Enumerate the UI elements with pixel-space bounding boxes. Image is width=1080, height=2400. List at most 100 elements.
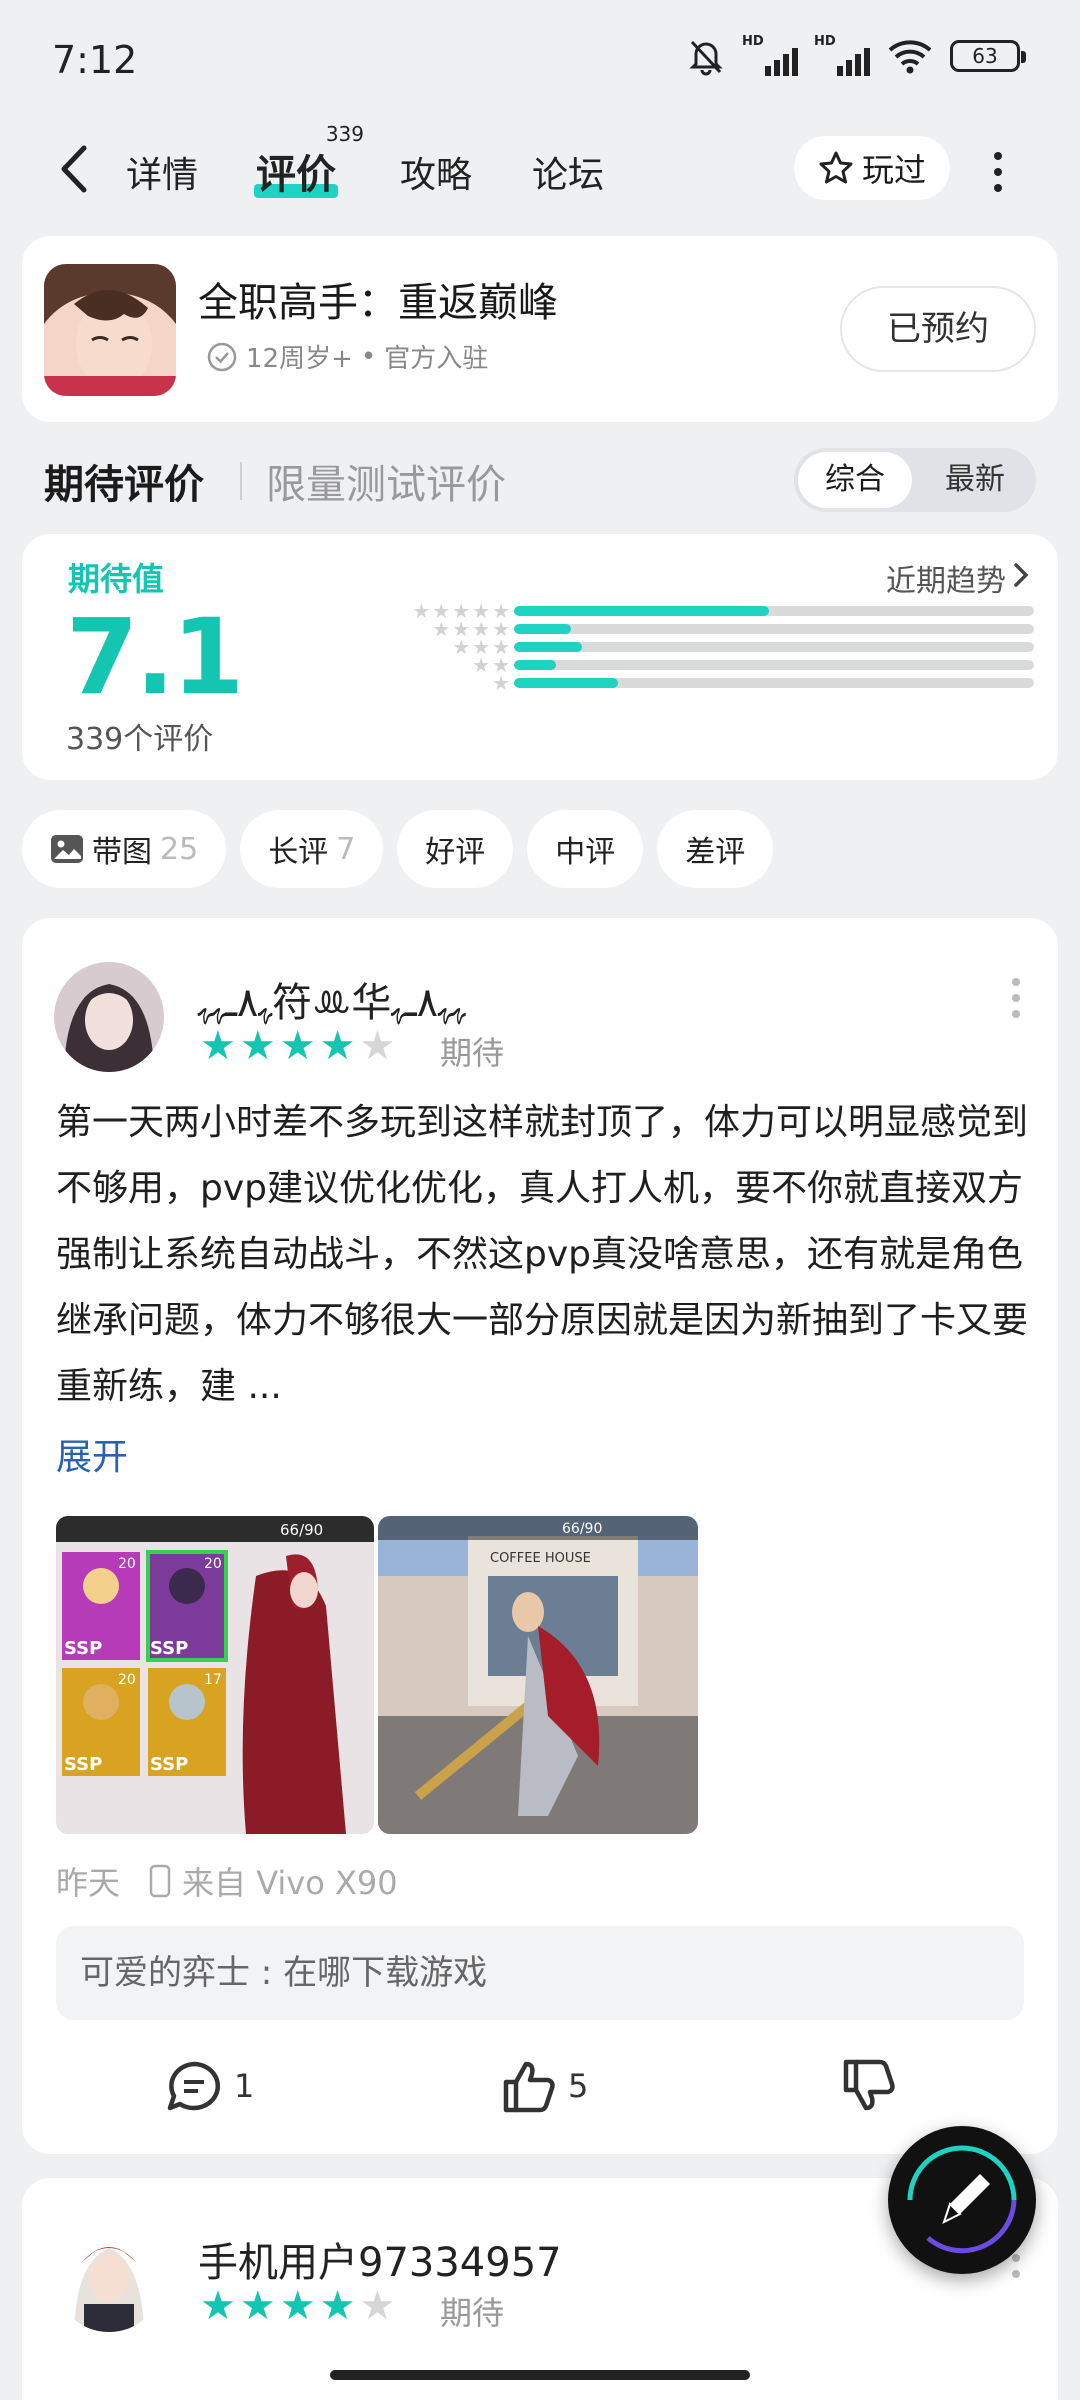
back-arrow-icon[interactable] (54, 142, 98, 196)
avatar[interactable] (54, 2222, 164, 2332)
chevron-right-icon[interactable] (1010, 560, 1032, 590)
status-icons: HD HD 63 (686, 34, 1026, 78)
game-icon (44, 264, 176, 396)
review-device: 来自 Vivo X90 (182, 1864, 398, 1902)
recent-trend-link[interactable]: 近期趋势 (886, 556, 1006, 600)
age-rating: 12周岁+ (246, 344, 353, 374)
review-username[interactable]: ﮩ٨ـﮩﮩ符ꔛ华ﮩﮩ٨ـﮩ (198, 970, 465, 1028)
official-label: 官方入驻 (384, 344, 489, 374)
pencil-icon (907, 2145, 1017, 2254)
status-bar: 7:12 HD HD 63 (0, 0, 1080, 120)
rating-row-3-stars: ★★★ (346, 635, 1036, 659)
review-screenshot-1[interactable]: 66/90 SSP SSP SSP SSP 20 20 20 17 (56, 1516, 374, 1834)
filter-with-images[interactable]: 带图 25 (22, 810, 227, 888)
review-meta: 昨天 来自 Vivo X90 (56, 1858, 398, 1904)
tab-forum[interactable]: 论坛 (532, 146, 604, 198)
header-divider (240, 462, 242, 500)
review-more-icon[interactable] (1012, 978, 1022, 1026)
review-username[interactable]: 手机用户97334957 (198, 2230, 562, 2288)
expand-link[interactable]: 展开 (56, 1428, 128, 1480)
star-filled-icon: ★ (279, 2283, 316, 2329)
review-stars: ★ ★ ★ ★ ★ (200, 1026, 395, 1066)
filter-neutral[interactable]: 中评 (527, 810, 644, 888)
signal-2-icon: HD (814, 34, 870, 78)
clock: 7:12 (52, 38, 138, 82)
review-rating-label: 期待 (440, 1034, 505, 1072)
expectation-reviews-tab[interactable]: 期待评价 (44, 452, 204, 510)
rating-bar-track (514, 660, 1034, 670)
level-text: 20 (118, 1556, 136, 1572)
battery-icon: 63 (950, 40, 1026, 72)
rating-bar-track (514, 624, 1034, 634)
review-stars: ★ ★ ★ ★ ★ (200, 2286, 395, 2326)
tab-guides[interactable]: 攻略 (400, 146, 472, 198)
energy-text: 66/90 (562, 1521, 602, 1537)
star-empty-icon: ★ (359, 1023, 396, 1069)
review-rating-label: 期待 (440, 2294, 505, 2332)
review-count: 339个评价 (66, 722, 214, 757)
reserved-button[interactable]: 已预约 (840, 286, 1036, 372)
thumbs-down-icon (843, 2059, 895, 2111)
review-date: 昨天 (56, 1864, 121, 1902)
verified-check-icon (207, 342, 237, 371)
star-filled-icon: ★ (279, 1023, 316, 1069)
ratings-header: 期待评价 限量测试评价 综合 最新 (44, 448, 1044, 518)
filter-chips: 带图 25 长评 7 好评 中评 差评 (22, 810, 774, 888)
star-filled-icon: ★ (319, 1023, 356, 1069)
wifi-icon (888, 40, 932, 74)
score-card: 期待值 7.1 339个评价 近期趋势 ★★★★★ ★★★★ ★★★ ★★ ★ (22, 534, 1058, 780)
star-filled-icon: ★ (239, 2283, 276, 2329)
like-button[interactable]: 5 (500, 2058, 588, 2114)
comment-count: 1 (234, 2067, 255, 2105)
write-review-button[interactable] (888, 2126, 1036, 2274)
rating-bar-fill (514, 606, 769, 616)
filter-negative[interactable]: 差评 (657, 810, 774, 888)
dislike-button[interactable] (840, 2058, 898, 2114)
game-card[interactable]: 全职高手：重返巅峰 12周岁+ • 官方入驻 已预约 (22, 236, 1058, 422)
image-icon (51, 835, 83, 863)
rating-bar-fill (514, 660, 556, 670)
tab-reviews-count: 339 (325, 122, 364, 146)
rating-row-4-stars: ★★★★ (346, 617, 1036, 641)
rating-bar-track (514, 606, 1034, 616)
signal-1-icon: HD (742, 34, 798, 78)
meta-separator: • (360, 341, 377, 372)
level-text: 20 (204, 1556, 222, 1572)
more-menu-icon[interactable] (990, 148, 1006, 192)
rating-bar-fill (514, 678, 618, 688)
energy-text: 66/90 (280, 1521, 323, 1539)
limited-test-reviews-tab[interactable]: 限量测试评价 (266, 452, 506, 510)
review-card[interactable]: ﮩ٨ـﮩﮩ符ꔛ华ﮩﮩ٨ـﮩ ★ ★ ★ ★ ★ 期待 第一天两小时差不多玩到这样就封顶了… (22, 918, 1058, 2154)
review-screenshot-2[interactable]: COFFEE HOUSE 66/90 (378, 1516, 698, 1834)
sort-latest[interactable]: 最新 (918, 452, 1032, 508)
top-nav: 详情 评价 339 攻略 论坛 玩过 (0, 120, 1080, 220)
sort-overall[interactable]: 综合 (798, 452, 912, 508)
played-button[interactable]: 玩过 (794, 136, 950, 200)
tab-reviews[interactable]: 评价 339 (254, 122, 364, 200)
rating-bar-track (514, 642, 1034, 652)
star-filled-icon: ★ (200, 1023, 236, 1069)
rating-bar-fill (514, 624, 572, 634)
rating-row-stars: ★ (492, 671, 512, 695)
phone-icon (149, 1864, 171, 1898)
tab-reviews-label: 评价 (256, 152, 336, 198)
tab-details[interactable]: 详情 (126, 146, 198, 198)
rating-row-2-stars: ★★ (346, 653, 1036, 677)
filter-positive[interactable]: 好评 (397, 810, 514, 888)
thumbs-up-icon (503, 2061, 555, 2113)
comment-button[interactable]: 1 (164, 2058, 254, 2114)
rating-bar-fill (514, 642, 582, 652)
star-filled-icon: ★ (239, 1023, 276, 1069)
filter-long-reviews[interactable]: 长评 7 (240, 810, 384, 888)
rating-bar-track (514, 678, 1034, 688)
review-text: 第一天两小时差不多玩到这样就封顶了，体力可以明显感觉到不够用，pvp建议优化优化… (56, 1102, 1029, 1407)
mute-bell-icon (689, 40, 723, 76)
rank-text: SSP (150, 1638, 188, 1659)
avatar[interactable] (54, 962, 164, 1072)
rating-row-1-stars: ★ (346, 671, 1036, 695)
reply-preview[interactable]: 可爱的弈士 : 在哪下载游戏 (56, 1926, 1024, 2020)
rank-text: SSP (64, 1754, 102, 1775)
star-empty-icon: ★ (359, 2283, 396, 2329)
score-value: 7.1 (66, 596, 244, 718)
shop-sign-text: COFFEE HOUSE (490, 1551, 591, 1566)
